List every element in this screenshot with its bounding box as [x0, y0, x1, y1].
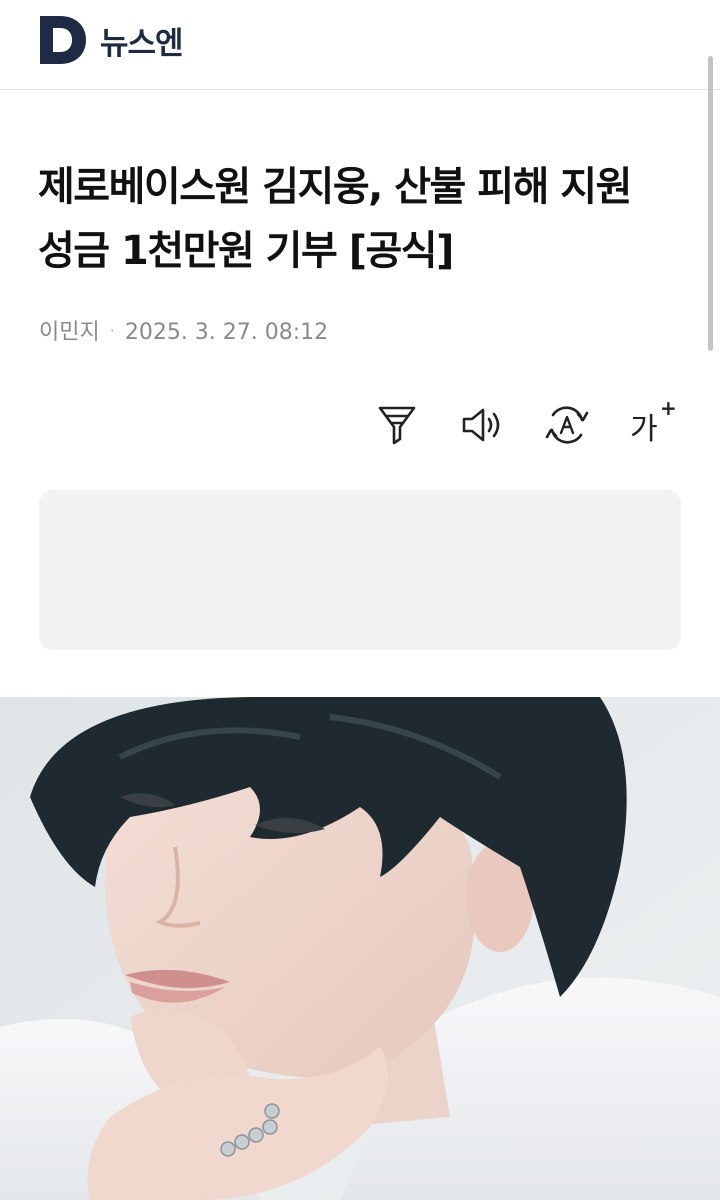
article-photo	[0, 697, 720, 1200]
publish-datetime: 2025. 3. 27. 08:12	[124, 320, 329, 345]
translate-icon	[545, 406, 589, 444]
site-logo-icon[interactable]	[40, 16, 86, 64]
scrollbar[interactable]	[708, 56, 713, 351]
font-size-label: 가	[630, 412, 658, 447]
site-name[interactable]: 뉴스엔	[100, 18, 184, 63]
speaker-icon	[462, 408, 500, 442]
font-size-button[interactable]: 가 +	[630, 396, 677, 448]
font-size-plus: +	[660, 396, 677, 420]
filter-funnel-icon	[378, 406, 416, 445]
summary-button[interactable]	[373, 401, 421, 449]
byline-separator: ·	[109, 321, 115, 340]
author-name[interactable]: 이민지	[39, 320, 100, 345]
audio-button[interactable]	[458, 401, 506, 449]
article-photo-image	[0, 697, 720, 1200]
article-headline: 제로베이스원 김지웅, 산불 피해 지원 성금 1천만원 기부 [공식]	[38, 164, 632, 274]
ad-placeholder	[39, 490, 681, 650]
byline: 이민지 · 2025. 3. 27. 08:12	[39, 314, 328, 346]
top-bar: 뉴스엔	[0, 0, 720, 90]
translate-button[interactable]	[543, 401, 591, 449]
